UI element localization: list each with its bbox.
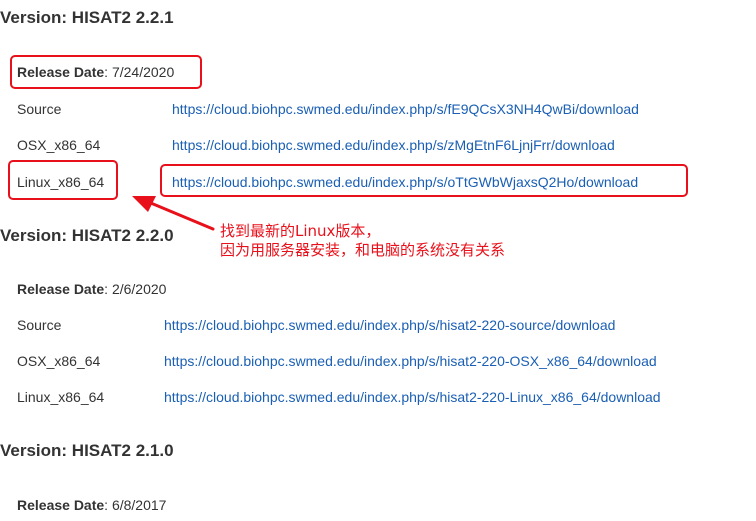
annotation-note: 找到最新的Linux版本， 因为用服务器安装，和电脑的系统没有关系 [220, 222, 505, 260]
annotation-line-1: 找到最新的Linux版本， [220, 222, 381, 240]
annotation-arrow-icon [132, 196, 215, 231]
annotation-line-2: 因为用服务器安装，和电脑的系统没有关系 [220, 241, 506, 259]
hisat2-download-page: Version: HISAT2 2.2.1 Release Date: 7/24… [0, 0, 756, 521]
